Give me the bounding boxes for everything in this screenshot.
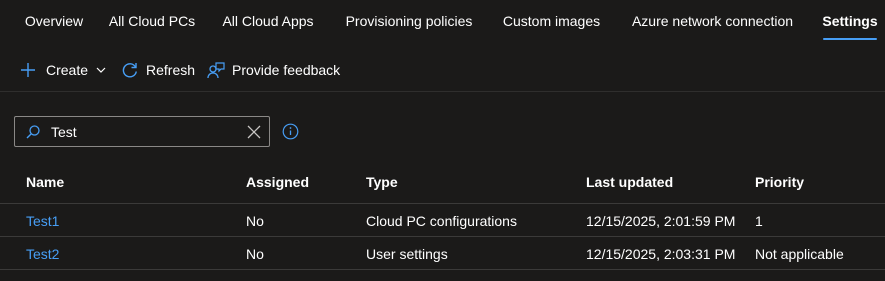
tab-all-cloud-pcs[interactable]: All Cloud PCs [109,0,195,42]
toolbar-divider [0,91,885,92]
column-header-last-updated[interactable]: Last updated [586,164,673,200]
feedback-icon [206,60,226,80]
row-name-link[interactable]: Test2 [26,237,59,270]
clear-icon[interactable] [247,125,261,142]
row-assigned: No [246,212,264,229]
tab-all-cloud-apps[interactable]: All Cloud Apps [222,0,314,42]
search-input[interactable] [51,121,241,142]
column-header-priority[interactable]: Priority [755,164,804,200]
row-name-link[interactable]: Test1 [26,204,59,237]
column-header-type[interactable]: Type [366,164,398,200]
refresh-label: Refresh [146,62,196,78]
tab-custom-images[interactable]: Custom images [503,0,600,42]
refresh-icon [120,60,140,80]
provide-feedback-label: Provide feedback [232,62,341,78]
tab-bar: Overview All Cloud PCs All Cloud Apps Pr… [0,0,885,42]
plus-icon [18,60,38,80]
table-row[interactable]: Test2 No User settings 12/15/2025, 2:03:… [0,236,885,270]
search-icon [25,124,41,143]
chevron-down-icon [95,64,107,76]
refresh-button[interactable]: Refresh [120,52,195,88]
table-header: Name Assigned Type Last updated Priority [0,164,885,200]
column-header-name[interactable]: Name [26,164,64,200]
row-last-updated: 12/15/2025, 2:01:59 PM [586,212,736,229]
column-header-assigned[interactable]: Assigned [246,164,309,200]
search-box[interactable] [14,116,270,147]
tab-overview[interactable]: Overview [24,0,84,42]
info-icon[interactable] [282,123,299,143]
create-label: Create [46,62,89,78]
command-bar: Create Refresh Provide feedback [0,52,885,88]
table-row[interactable]: Test1 No Cloud PC configurations 12/15/2… [0,203,885,237]
row-assigned: No [246,245,264,262]
tab-settings[interactable]: Settings [822,0,878,42]
table-bottom-border [0,269,885,270]
row-priority: 1 [755,212,763,229]
row-type: Cloud PC configurations [366,212,517,229]
tab-provisioning-policies[interactable]: Provisioning policies [346,0,473,42]
provide-feedback-button[interactable]: Provide feedback [206,52,340,88]
create-button[interactable]: Create [18,52,107,88]
row-priority: Not applicable [755,245,844,262]
row-last-updated: 12/15/2025, 2:03:31 PM [586,245,736,262]
row-type: User settings [366,245,448,262]
tab-azure-network-connection[interactable]: Azure network connection [631,0,794,42]
